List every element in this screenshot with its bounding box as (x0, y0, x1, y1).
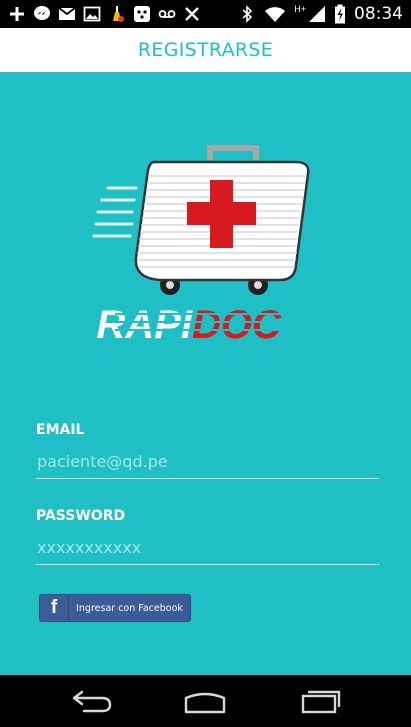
wifi-icon (265, 7, 286, 22)
speed-lines-icon (92, 186, 138, 238)
password-field[interactable] (36, 531, 379, 565)
signal-icon (309, 6, 325, 22)
status-bar: H+ 08:34 (0, 0, 411, 28)
logo-wordmark-right: DOC (192, 303, 282, 347)
page-title: REGISTRARSE (137, 39, 274, 61)
password-label: PASSWORD (36, 508, 126, 524)
bbm-icon (134, 6, 150, 22)
plus-notification-icon (10, 7, 24, 21)
gmail-icon (58, 7, 76, 20)
system-icons: H+ 08:34 (238, 4, 403, 24)
back-button-icon[interactable] (70, 688, 114, 714)
email-field[interactable] (36, 445, 379, 479)
facebook-login-label: Ingresar con Facebook (76, 602, 183, 614)
home-button-icon[interactable] (183, 688, 227, 714)
facebook-login-button[interactable]: f Ingresar con Facebook (39, 594, 191, 622)
clock: 08:34 (354, 4, 403, 24)
voicemail-icon (158, 10, 176, 18)
navigation-bar (0, 675, 411, 727)
battery-charging-icon (335, 4, 345, 24)
notification-icons (8, 5, 201, 23)
logo-wordmark-left: RAPI (96, 303, 192, 347)
rapidoc-logo: RAPI DOC (92, 145, 310, 347)
image-icon (83, 6, 101, 22)
cleaner-icon (113, 6, 124, 22)
header-bar: REGISTRARSE (0, 28, 411, 72)
bluetooth-icon (242, 5, 253, 23)
email-label: EMAIL (36, 422, 85, 438)
messenger-icon (34, 6, 50, 20)
facebook-icon: f (40, 595, 69, 621)
network-type-label: H+ (294, 4, 306, 14)
recent-apps-button-icon[interactable] (299, 688, 343, 714)
pinwheel-icon (185, 7, 199, 21)
